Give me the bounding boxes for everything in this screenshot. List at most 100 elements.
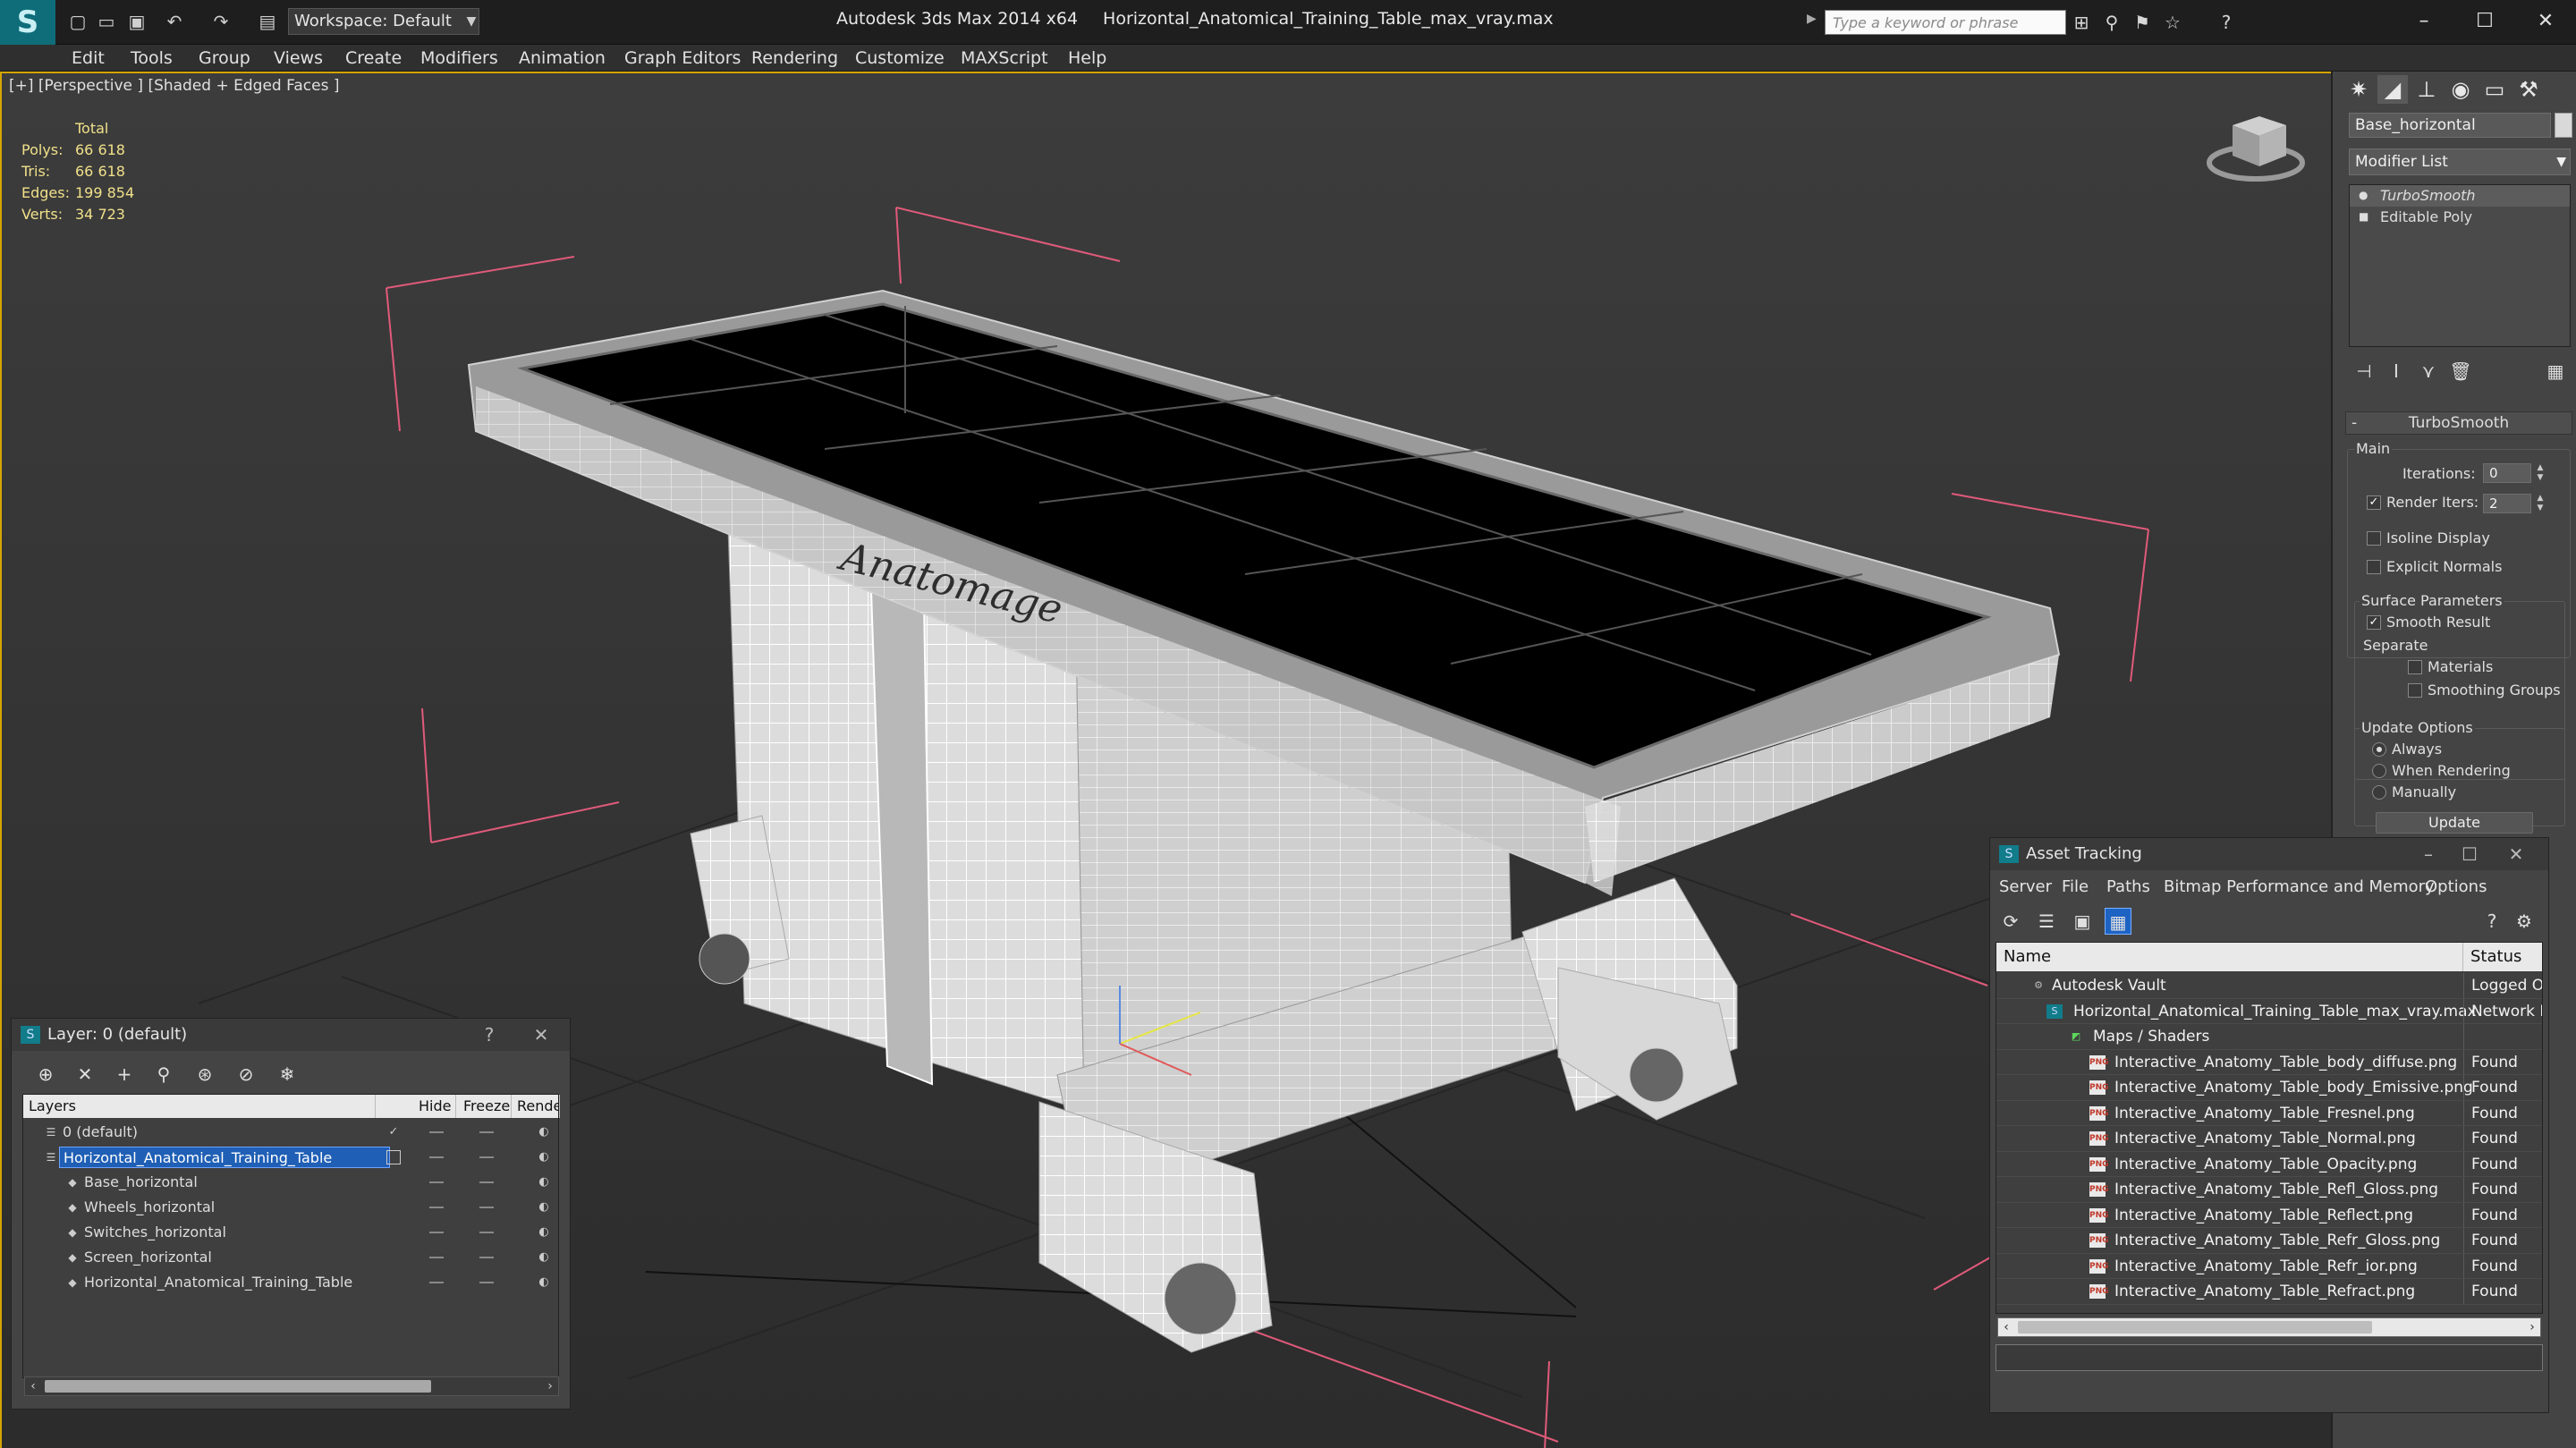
teapot-render-icon[interactable]: ◐ <box>537 1275 551 1290</box>
maximize-icon[interactable]: ☐ <box>2452 838 2487 870</box>
scroll-right-icon[interactable]: › <box>2524 1318 2540 1336</box>
column-freeze[interactable]: Freeze <box>458 1095 512 1118</box>
menu-server[interactable]: Server <box>1999 877 2052 896</box>
maximize-icon[interactable]: ☐ <box>2460 5 2510 38</box>
freeze-toggle[interactable] <box>479 1232 494 1233</box>
configure-modifier-sets-icon[interactable]: ▦ <box>2544 360 2567 383</box>
undo-icon[interactable]: ↶ <box>161 8 188 35</box>
menu-file[interactable]: File <box>2062 877 2089 896</box>
layer-row[interactable]: ◆ Screen_horizontal ◐ <box>23 1245 558 1270</box>
app-logo-icon[interactable]: S <box>0 0 55 45</box>
teapot-render-icon[interactable]: ◐ <box>537 1250 551 1265</box>
iterations-spinner[interactable]: 0 <box>2483 463 2531 483</box>
help-icon[interactable]: ? <box>2479 908 2505 935</box>
layer-row[interactable]: ◆ Base_horizontal ◐ <box>23 1170 558 1195</box>
utilities-tab-icon[interactable]: ⚒ <box>2513 75 2544 104</box>
hide-toggle[interactable] <box>429 1232 444 1233</box>
minimize-icon[interactable]: – <box>2399 5 2449 38</box>
open-file-icon[interactable]: ▭ <box>93 8 120 35</box>
hide-toggle[interactable] <box>429 1181 444 1183</box>
help-icon[interactable]: ? <box>471 1019 507 1051</box>
menu-modifiers[interactable]: Modifiers <box>420 48 498 68</box>
isoline-display-checkbox[interactable] <box>2367 531 2381 546</box>
column-hide[interactable]: Hide <box>413 1095 456 1118</box>
menu-help[interactable]: Help <box>1068 48 1106 68</box>
remove-modifier-icon[interactable]: 🗑 <box>2449 360 2472 383</box>
asset-row[interactable]: PNG Interactive_Anatomy_Table_Opacity.png… <box>1996 1151 2542 1177</box>
modifier-list-dropdown[interactable]: Modifier List ▼ <box>2349 148 2571 175</box>
hierarchy-tab-icon[interactable]: ⊥ <box>2411 75 2442 104</box>
project-folder-icon[interactable]: ▤ <box>254 8 281 35</box>
menu-customize[interactable]: Customize <box>855 48 945 68</box>
smooth-result-checkbox[interactable]: ✓ <box>2367 615 2381 630</box>
update-button[interactable]: Update <box>2376 812 2533 834</box>
teapot-render-icon[interactable]: ◐ <box>537 1150 551 1164</box>
menu-tools[interactable]: Tools <box>131 48 173 68</box>
hide-toggle[interactable] <box>429 1282 444 1283</box>
asset-path-field[interactable] <box>1996 1344 2543 1371</box>
layer-row[interactable]: ☰ 0 (default) ✓ ◐ <box>23 1120 558 1145</box>
always-radio[interactable] <box>2372 742 2386 757</box>
hide-toggle[interactable] <box>429 1156 444 1158</box>
smoothing-groups-checkbox[interactable] <box>2408 683 2422 698</box>
hide-all-layers-icon[interactable]: ⊘ <box>233 1062 258 1087</box>
viewport-label[interactable]: [+] [Perspective ] [Shaded + Edged Faces… <box>9 77 339 95</box>
redo-icon[interactable]: ↷ <box>208 8 234 35</box>
asset-row[interactable]: PNG Interactive_Anatomy_Table_body_diffus… <box>1996 1049 2542 1075</box>
manually-radio[interactable] <box>2372 785 2386 800</box>
select-objects-icon[interactable]: ⚲ <box>151 1062 176 1087</box>
display-tab-icon[interactable]: ▭ <box>2479 75 2510 104</box>
spinner-arrows-icon[interactable]: ▲ ▼ <box>2535 494 2546 513</box>
freeze-toggle[interactable] <box>479 1181 494 1183</box>
create-layer-icon[interactable]: ⊕ <box>33 1062 58 1087</box>
freeze-all-layers-icon[interactable]: ❄ <box>275 1062 300 1087</box>
teapot-render-icon[interactable]: ◐ <box>537 1125 551 1139</box>
freeze-toggle[interactable] <box>479 1207 494 1208</box>
freeze-toggle[interactable] <box>479 1156 494 1158</box>
minimize-icon[interactable]: – <box>2411 838 2446 870</box>
layer-horizontal-scrollbar[interactable]: ‹ › <box>24 1376 559 1396</box>
freeze-toggle[interactable] <box>479 1131 494 1133</box>
chevron-down-icon[interactable]: ▼ <box>462 8 481 35</box>
asset-horizontal-scrollbar[interactable]: ‹ › <box>1997 1317 2541 1337</box>
favorites-star-icon[interactable]: ☆ <box>2159 10 2186 35</box>
checkmark-icon[interactable]: ✓ <box>386 1125 401 1139</box>
render-iters-checkbox[interactable]: ✓ <box>2367 495 2381 510</box>
asset-row[interactable]: S Horizontal_Anatomical_Training_Table_ma… <box>1996 998 2542 1024</box>
column-name[interactable]: Name <box>1996 943 2463 971</box>
menu-graph-editors[interactable]: Graph Editors <box>624 48 741 68</box>
asset-row[interactable]: ⚙ Autodesk Vault Logged Ou <box>1996 973 2542 999</box>
turbosmooth-rollout-header[interactable]: - TurboSmooth <box>2345 411 2572 435</box>
scrollbar-thumb[interactable] <box>45 1380 431 1393</box>
layer-row[interactable]: ◆ Horizontal_Anatomical_Training_Table ◐ <box>23 1270 558 1295</box>
lightbulb-icon[interactable]: ● <box>2359 190 2369 200</box>
search-input[interactable]: Type a keyword or phrase <box>1825 10 2066 35</box>
add-to-layer-icon[interactable]: + <box>112 1062 137 1087</box>
menu-options[interactable]: Options <box>2425 877 2487 896</box>
column-layers[interactable]: Layers <box>23 1095 376 1118</box>
close-icon[interactable]: ✕ <box>523 1019 559 1051</box>
menu-paths[interactable]: Paths <box>2106 877 2150 896</box>
asset-row[interactable]: PNG Interactive_Anatomy_Table_Reflect.png… <box>1996 1202 2542 1228</box>
close-icon[interactable]: ✕ <box>2521 5 2571 38</box>
menu-edit[interactable]: Edit <box>72 48 105 68</box>
when-rendering-radio[interactable] <box>2372 764 2386 778</box>
menu-group[interactable]: Group <box>199 48 250 68</box>
stack-item-editable-poly[interactable]: ■ Editable Poly <box>2350 207 2570 228</box>
asset-row[interactable]: PNG Interactive_Anatomy_Table_Refl_Gloss.… <box>1996 1177 2542 1203</box>
hide-toggle[interactable] <box>429 1257 444 1258</box>
layer-row[interactable]: ☰ Horizontal_Anatomical_Training_Table ◐ <box>23 1145 558 1170</box>
menu-maxscript[interactable]: MAXScript <box>961 48 1048 68</box>
layer-row[interactable]: ◆ Switches_horizontal ◐ <box>23 1220 558 1245</box>
close-icon[interactable]: ✕ <box>2498 838 2534 870</box>
list-view-icon[interactable]: ☰ <box>2033 908 2060 935</box>
scrollbar-thumb[interactable] <box>2018 1321 2372 1334</box>
column-render[interactable]: Rende <box>512 1095 560 1118</box>
object-name-field[interactable]: Base_horizontal <box>2349 113 2551 138</box>
asset-row[interactable]: PNG Interactive_Anatomy_Table_Refr_ior.pn… <box>1996 1253 2542 1279</box>
make-unique-icon[interactable]: ⋎ <box>2417 360 2440 383</box>
asset-row[interactable]: PNG Interactive_Anatomy_Table_Refr_Gloss.… <box>1996 1228 2542 1254</box>
workspace-dropdown[interactable]: Workspace: Default <box>288 8 479 35</box>
communication-icon[interactable]: ⚑ <box>2129 10 2156 35</box>
save-file-icon[interactable]: ▣ <box>123 8 150 35</box>
